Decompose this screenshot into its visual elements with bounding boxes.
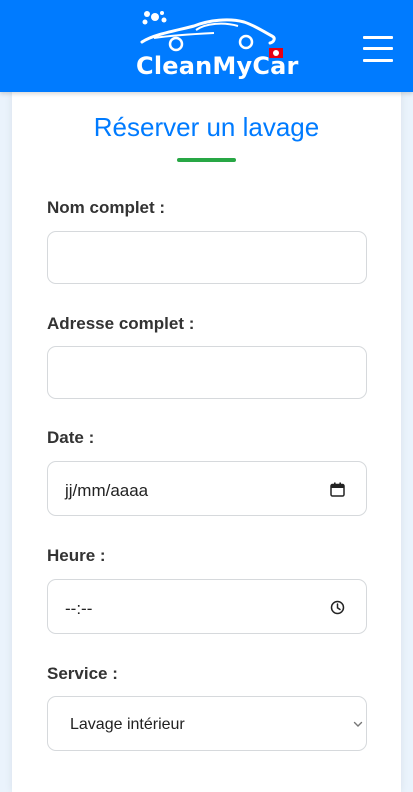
logo-text: CleanMyCar (136, 52, 299, 80)
calendar-icon[interactable] (330, 482, 345, 497)
hamburger-menu-icon[interactable] (363, 34, 393, 62)
chevron-down-icon (353, 721, 363, 727)
time-placeholder: --:-- (65, 599, 93, 618)
booking-form-card: Réserver un lavage Nom complet : Adresse… (12, 92, 401, 792)
title-underline (177, 158, 236, 162)
time-input[interactable]: --:-- (47, 579, 367, 634)
clock-icon[interactable] (330, 600, 345, 615)
address-input[interactable] (47, 346, 367, 399)
date-input[interactable]: jj/mm/aaaa (47, 461, 367, 516)
name-label: Nom complet : (47, 198, 166, 217)
service-selected-value: Lavage intérieur (70, 716, 185, 733)
top-header: CleanMyCar (0, 0, 413, 92)
service-label: Service : (47, 664, 118, 683)
form-title: Réserver un lavage (93, 112, 320, 142)
car-logo-icon (140, 11, 283, 58)
time-label: Heure : (47, 546, 106, 565)
cleanmycar-logo[interactable]: CleanMyCar (134, 8, 298, 86)
date-placeholder: jj/mm/aaaa (65, 481, 149, 500)
service-select[interactable]: Lavage intérieur (47, 696, 367, 751)
name-input[interactable] (47, 231, 367, 284)
address-label: Adresse complet : (47, 314, 195, 333)
date-label: Date : (47, 428, 95, 447)
